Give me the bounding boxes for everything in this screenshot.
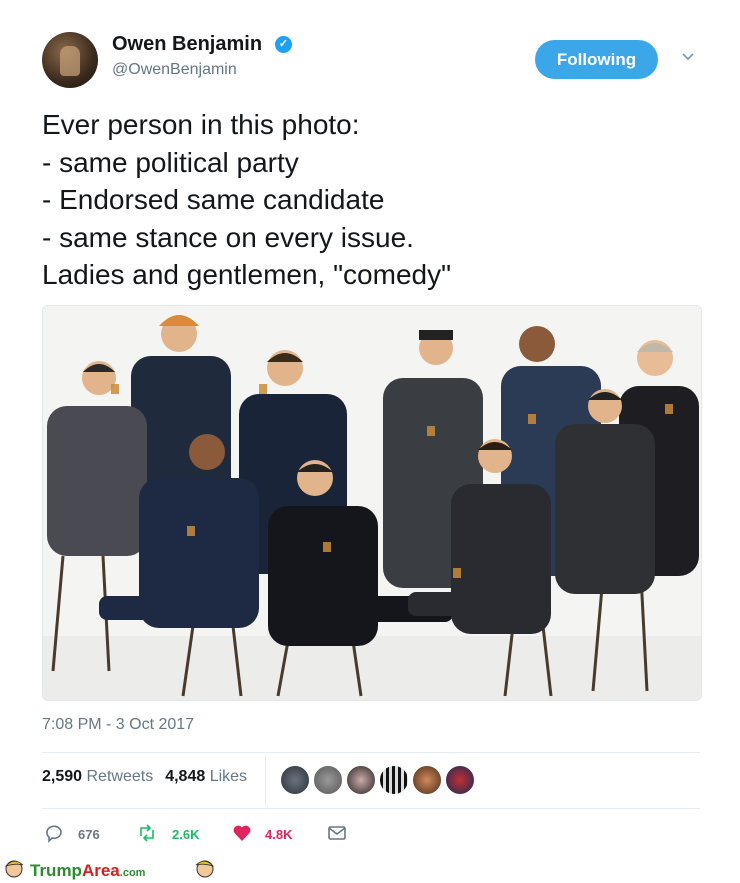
brand-part-3: .com (119, 867, 146, 879)
likes-label[interactable]: Likes (210, 768, 247, 785)
author-name[interactable]: Owen Benjamin (112, 33, 262, 56)
retweet-icon[interactable] (137, 823, 157, 843)
reply-count: 676 (78, 827, 100, 842)
cartoon-face-icon (4, 860, 24, 878)
retweets-count[interactable]: 2,590 (42, 768, 82, 785)
liker-avatar[interactable] (412, 765, 442, 795)
avatar[interactable] (42, 32, 98, 88)
liker-avatar[interactable] (280, 765, 310, 795)
reply-icon[interactable] (44, 823, 64, 843)
mail-icon[interactable] (327, 823, 347, 843)
stats-divider (265, 755, 266, 805)
engagement-stats: 2,590 Retweets 4,848 Likes (42, 768, 247, 786)
retweet-action-count: 2.6K (172, 827, 200, 842)
tweet-photo[interactable] (42, 305, 702, 701)
liker-avatar[interactable] (379, 765, 409, 795)
tweet-timestamp[interactable]: 7:08 PM - 3 Oct 2017 (42, 716, 194, 734)
liker-avatar[interactable] (445, 765, 475, 795)
liker-avatar[interactable] (313, 765, 343, 795)
verified-badge-icon: ✓ (275, 36, 292, 53)
brand-logo: TrumpArea.com (30, 861, 145, 881)
heart-icon[interactable] (232, 823, 252, 843)
brand-part-1: Trump (30, 861, 82, 880)
liker-avatar[interactable] (346, 765, 376, 795)
following-button[interactable]: Following (535, 40, 658, 79)
chevron-down-icon[interactable] (679, 48, 697, 66)
brand-part-2: Area (81, 861, 120, 880)
cartoon-face-icon (195, 860, 215, 878)
author-handle[interactable]: @OwenBenjamin (112, 61, 237, 79)
divider (42, 752, 700, 753)
retweets-label[interactable]: Retweets (87, 768, 154, 785)
divider (42, 808, 700, 809)
like-action-count: 4.8K (265, 827, 293, 842)
watermark-footer: TrumpArea.com (0, 855, 740, 883)
group-photo-illustration (43, 306, 701, 700)
tweet-card: Owen Benjamin ✓ @OwenBenjamin Following … (0, 0, 740, 855)
likes-count[interactable]: 4,848 (165, 768, 205, 785)
tweet-text: Ever person in this photo: - same politi… (42, 109, 452, 290)
